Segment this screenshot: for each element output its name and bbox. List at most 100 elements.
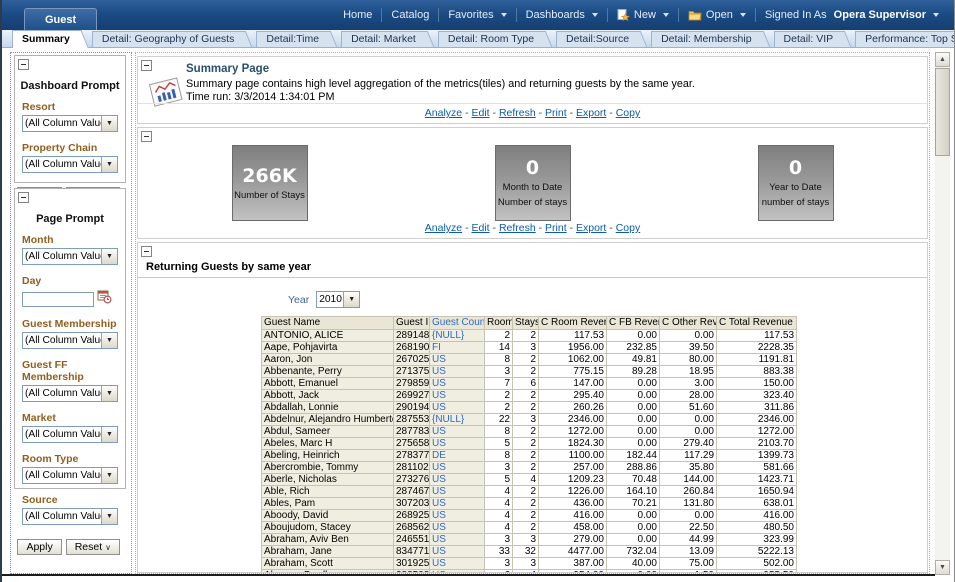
prompt-select-resort[interactable]: (All Column Value▼ <box>22 115 118 132</box>
guest-name-cell: Ables, Pam <box>262 498 394 510</box>
page-prompt-buttons: Apply Reset∨ <box>15 539 120 555</box>
tab-detail-market[interactable]: Detail: Market <box>341 31 424 47</box>
dashboard-tab-label: Guest <box>45 14 76 26</box>
prompt-select-market[interactable]: (All Column Value▼ <box>22 426 118 443</box>
cell-value: 0.00 <box>660 414 717 426</box>
guest-id-cell: 2885080 <box>394 570 430 574</box>
tab-detail-geography-of-guests[interactable]: Detail: Geography of Guests <box>92 31 243 47</box>
dashboard-tab-guest[interactable]: Guest <box>24 8 97 30</box>
tab-summary[interactable]: Summary <box>12 30 78 48</box>
guest-country-link[interactable]: US <box>430 438 485 450</box>
signed-in-menu[interactable]: Signed In As Opera Supervisor <box>756 9 948 21</box>
scroll-down-button[interactable]: ▼ <box>935 560 950 575</box>
guest-country-link[interactable]: US <box>430 570 485 574</box>
collapse-icon[interactable] <box>18 192 29 203</box>
year-select[interactable]: 2010 ▼ <box>316 291 360 308</box>
guest-id-cell: 2732762 <box>394 474 430 486</box>
cell-value: 3 <box>485 558 513 570</box>
nav-item-home[interactable]: Home <box>334 9 381 21</box>
guest-country-link[interactable]: US <box>430 534 485 546</box>
prompt-select-source[interactable]: (All Column Value▼ <box>22 508 118 525</box>
edit-link[interactable]: Edit <box>472 107 490 119</box>
guest-country-link[interactable]: US <box>430 366 485 378</box>
prompt-select-guest-ff-membership[interactable]: (All Column Value▼ <box>22 385 118 402</box>
guest-country-link[interactable]: US <box>430 462 485 474</box>
copy-link[interactable]: Copy <box>616 222 641 234</box>
cell-value: 883.38 <box>717 366 797 378</box>
guest-country-link[interactable]: FI <box>430 342 485 354</box>
nav-item-favorites[interactable]: Favorites <box>439 9 515 21</box>
guest-country-link[interactable]: US <box>430 522 485 534</box>
cell-value: 39.50 <box>660 342 717 354</box>
collapse-icon[interactable] <box>141 60 152 71</box>
tab-detail-room-type[interactable]: Detail: Room Type <box>438 31 542 47</box>
guest-country-link[interactable]: US <box>430 498 485 510</box>
guest-id-cell: 3072035 <box>394 498 430 510</box>
nav-item-catalog[interactable]: Catalog <box>382 9 438 21</box>
guest-id-cell: 2685622 <box>394 522 430 534</box>
open-button[interactable]: Open <box>679 9 755 21</box>
cell-value: 2 <box>485 330 513 342</box>
cell-value: 638.01 <box>717 498 797 510</box>
analyze-link[interactable]: Analyze <box>425 222 462 234</box>
export-link[interactable]: Export <box>576 222 606 234</box>
cell-value: 295.40 <box>539 390 607 402</box>
year-prompt: Year 2010 ▼ <box>288 291 360 308</box>
prompt-select-property-chain[interactable]: (All Column Value▼ <box>22 156 118 173</box>
table-row: Abbenante, Perry2713751US32775.1589.2818… <box>262 366 797 378</box>
refresh-link[interactable]: Refresh <box>499 107 536 119</box>
tab-detail-time[interactable]: Detail:Time <box>256 31 327 47</box>
guest-country-link[interactable]: US <box>430 474 485 486</box>
cell-value: 1.50 <box>660 570 717 574</box>
cell-value: 416.00 <box>717 510 797 522</box>
guest-country-link[interactable]: US <box>430 402 485 414</box>
guest-country-link[interactable]: US <box>430 486 485 498</box>
kpi-label-line: Year to Date <box>769 182 821 193</box>
vertical-scrollbar[interactable]: ▲ ▼ <box>935 52 950 575</box>
calendar-picker-icon[interactable] <box>97 289 112 309</box>
refresh-link[interactable]: Refresh <box>499 222 536 234</box>
guest-country-link[interactable]: US <box>430 558 485 570</box>
guest-country-link[interactable]: US <box>430 426 485 438</box>
guest-country-link[interactable]: {NULL} <box>430 414 485 426</box>
guest-country-link[interactable]: US <box>430 390 485 402</box>
scroll-up-button[interactable]: ▲ <box>935 52 950 67</box>
day-input[interactable] <box>22 292 94 307</box>
print-link[interactable]: Print <box>545 107 567 119</box>
guest-country-link[interactable]: US <box>430 378 485 390</box>
guest-country-link[interactable]: DE <box>430 450 485 462</box>
tab-detail-source[interactable]: Detail:Source <box>556 31 637 47</box>
cell-value: 260.26 <box>539 402 607 414</box>
panel-title: Page Prompt <box>15 213 125 225</box>
tab-performance-top-spenders[interactable]: Performance: Top Spenders <box>855 31 955 47</box>
apply-button[interactable]: Apply <box>17 539 61 555</box>
cell-value: 2 <box>513 486 539 498</box>
new-button[interactable]: New <box>608 9 678 22</box>
analyze-link[interactable]: Analyze <box>425 107 462 119</box>
tile-slot: 266KNumber of Stays <box>138 145 401 221</box>
prompt-select-month[interactable]: (All Column Value▼ <box>22 248 118 265</box>
table-row: Aberle, Nicholas2732762US541209.2370.481… <box>262 474 797 486</box>
edit-link[interactable]: Edit <box>472 222 490 234</box>
collapse-icon[interactable] <box>18 59 29 70</box>
tab-detail-vip[interactable]: Detail: VIP <box>774 31 842 47</box>
reset-button[interactable]: Reset∨ <box>66 539 120 555</box>
tab-detail-membership[interactable]: Detail: Membership <box>651 31 759 47</box>
copy-link[interactable]: Copy <box>616 107 641 119</box>
collapse-icon[interactable] <box>141 131 152 142</box>
guest-country-link[interactable]: US <box>430 510 485 522</box>
print-link[interactable]: Print <box>545 222 567 234</box>
scrollbar-thumb[interactable] <box>935 68 950 156</box>
cell-value: 4 <box>485 498 513 510</box>
column-header-guest-country[interactable]: Guest Country <box>430 317 485 330</box>
collapse-icon[interactable] <box>141 246 152 257</box>
prompt-select-room-type[interactable]: (All Column Value▼ <box>22 467 118 484</box>
dashboard-prompt-fields: Resort(All Column Value▼Property Chain(A… <box>15 101 125 174</box>
guest-country-link[interactable]: US <box>430 546 485 558</box>
export-link[interactable]: Export <box>576 107 606 119</box>
guest-country-link[interactable]: US <box>430 354 485 366</box>
guest-country-link[interactable]: {NULL} <box>430 330 485 342</box>
prompt-select-guest-membership[interactable]: (All Column Value▼ <box>22 332 118 349</box>
guest-name-cell: Abbenante, Perry <box>262 366 394 378</box>
nav-item-dashboards[interactable]: Dashboards <box>517 9 607 21</box>
